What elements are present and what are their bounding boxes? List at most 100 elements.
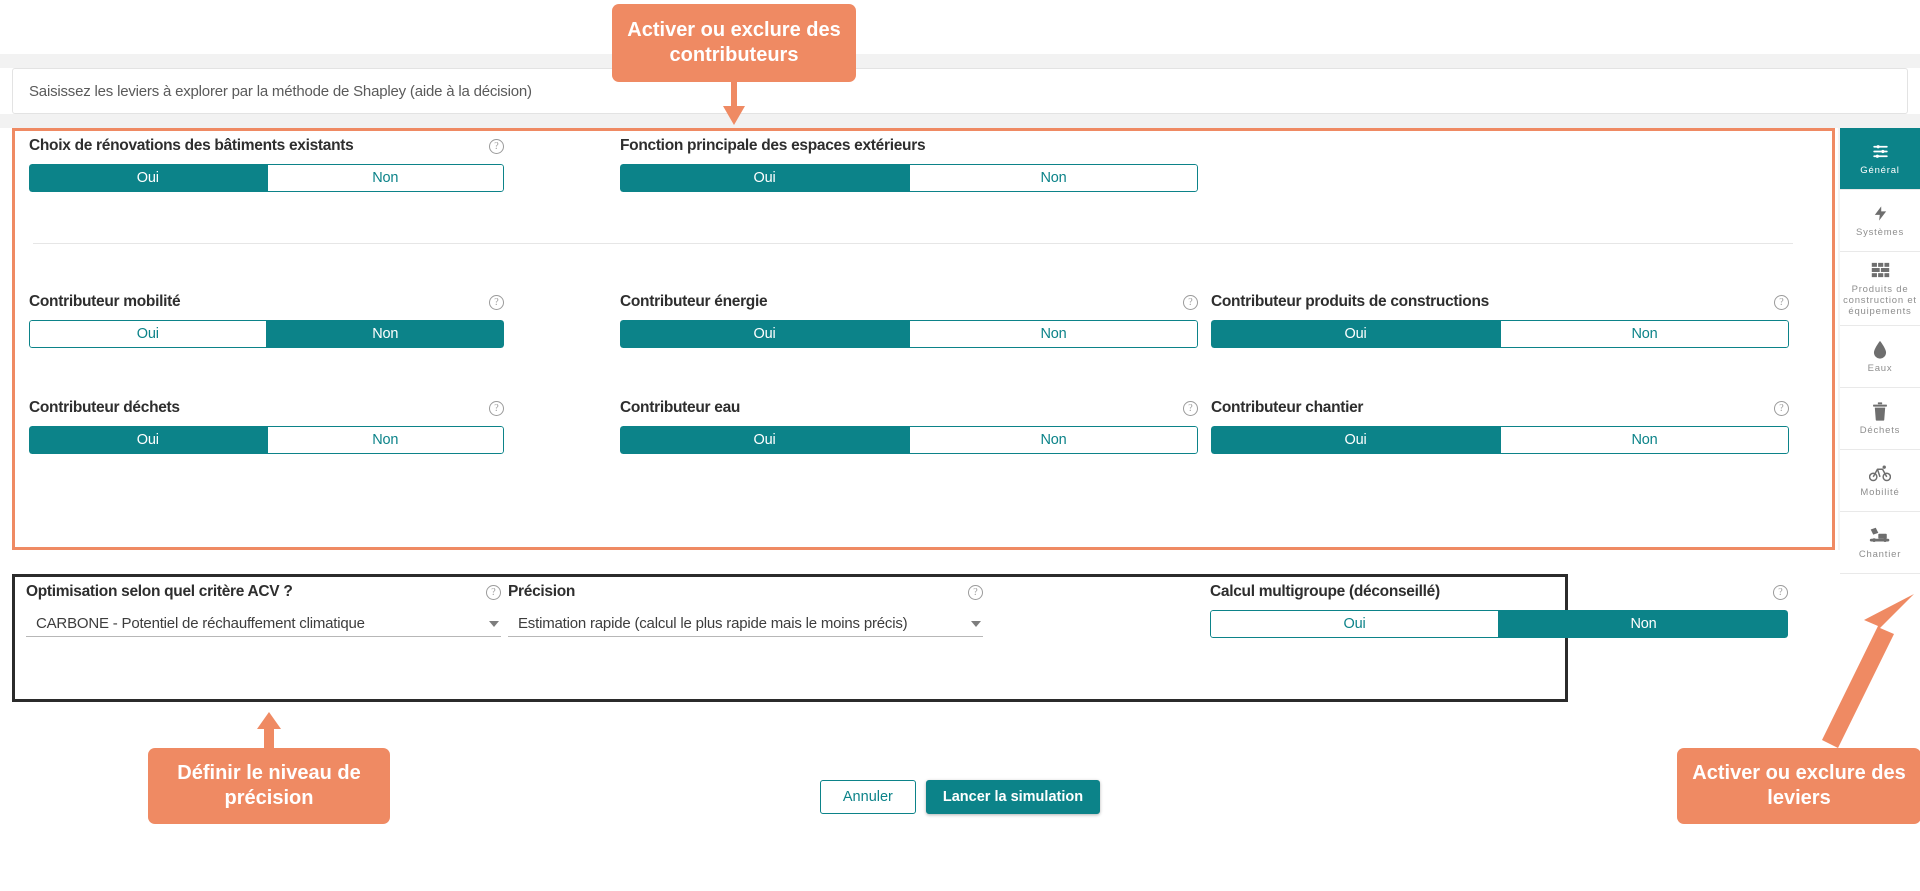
help-icon[interactable]: ? <box>489 138 504 154</box>
field-label: Fonction principale des espaces extérieu… <box>620 137 926 154</box>
toggle-option-no[interactable]: Non <box>266 426 504 454</box>
trash-icon <box>1872 401 1888 421</box>
field-calcul-multigroupe: Calcul multigroupe (déconseillé) ? Oui N… <box>1210 583 1788 638</box>
background-strip-middle <box>0 114 1920 128</box>
toggle-option-yes[interactable]: Oui <box>620 426 909 454</box>
sidebar-item-mobilite[interactable]: Mobilité <box>1840 450 1920 512</box>
brick-wall-icon <box>1871 260 1890 280</box>
toggle-option-yes[interactable]: Oui <box>620 164 909 192</box>
toggle-option-no[interactable]: Non <box>1500 320 1789 348</box>
help-icon[interactable]: ? <box>968 584 983 600</box>
sidebar-item-produits[interactable]: Produits de construction et équipements <box>1840 252 1920 326</box>
field-label: Contributeur chantier <box>1211 399 1364 416</box>
select-critere-acv[interactable]: CARBONE - Potentiel de réchauffement cli… <box>26 611 501 637</box>
callout-precision-arrow-icon <box>257 712 281 754</box>
toggle-option-yes[interactable]: Oui <box>1210 610 1499 638</box>
field-label-row: Fonction principale des espaces extérieu… <box>620 137 1198 155</box>
field-label: Contributeur énergie <box>620 293 768 310</box>
toggle-option-no[interactable]: Non <box>1499 610 1788 638</box>
shapley-hint-bar: Saisissez les leviers à explorer par la … <box>12 68 1908 114</box>
sidebar-item-label: Mobilité <box>1860 487 1900 498</box>
toggle-option-yes[interactable]: Oui <box>1211 320 1500 348</box>
sidebar-item-label: Systèmes <box>1855 227 1905 238</box>
toggle-option-yes[interactable]: Oui <box>29 320 267 348</box>
run-simulation-button[interactable]: Lancer la simulation <box>925 780 1101 814</box>
levers-panel: Optimisation selon quel critère ACV ? ? … <box>12 574 1788 702</box>
callout-text: Activer ou exclure des leviers <box>1692 762 1906 809</box>
sidebar-item-systemes[interactable]: Systèmes <box>1840 190 1920 252</box>
sidebar-item-label: Produits de construction et équipements <box>1843 284 1917 317</box>
row-divider <box>33 243 1793 244</box>
field-label-row: Optimisation selon quel critère ACV ? ? <box>26 583 501 601</box>
toggle-contributeur-dechets[interactable]: Oui Non <box>29 426 504 454</box>
toggle-option-yes[interactable]: Oui <box>29 164 267 192</box>
bolt-icon <box>1872 203 1889 223</box>
help-icon[interactable]: ? <box>1774 294 1789 310</box>
sidebar-item-eaux[interactable]: Eaux <box>1840 326 1920 388</box>
callout-text: Activer ou exclure des contributeurs <box>627 19 841 66</box>
field-label: Contributeur déchets <box>29 399 180 416</box>
app-root: Saisissez les leviers à explorer par la … <box>0 0 1920 891</box>
toggle-option-yes[interactable]: Oui <box>620 320 909 348</box>
cancel-button[interactable]: Annuler <box>819 780 916 814</box>
toggle-option-yes[interactable]: Oui <box>1211 426 1500 454</box>
callout-precision: Définir le niveau de précision <box>148 748 390 824</box>
callout-levers-arrow-icon <box>1822 594 1914 748</box>
contributors-panel-inner: Choix de rénovations des bâtiments exist… <box>15 131 1832 547</box>
toggle-option-no[interactable]: Non <box>266 320 504 348</box>
callout-levers: Activer ou exclure des leviers <box>1677 748 1920 824</box>
field-label: Précision <box>508 583 576 600</box>
sliders-icon <box>1871 141 1890 161</box>
field-label: Contributeur mobilité <box>29 293 181 310</box>
toggle-contributeur-produits[interactable]: Oui Non <box>1211 320 1789 348</box>
help-icon[interactable]: ? <box>1183 294 1198 310</box>
sidebar-item-general[interactable]: Général <box>1840 128 1920 190</box>
toggle-option-yes[interactable]: Oui <box>29 426 267 454</box>
help-icon[interactable]: ? <box>489 294 504 310</box>
sidebar-item-dechets[interactable]: Déchets <box>1840 388 1920 450</box>
category-sidebar: Général Systèmes Produits de constructio… <box>1840 128 1920 574</box>
toggle-option-no[interactable]: Non <box>909 320 1198 348</box>
sidebar-item-label: Eaux <box>1867 363 1893 374</box>
toggle-contributeur-mobilite[interactable]: Oui Non <box>29 320 504 348</box>
contributors-panel: Choix de rénovations des bâtiments exist… <box>12 128 1835 550</box>
help-icon[interactable]: ? <box>489 400 504 416</box>
field-label: Calcul multigroupe (déconseillé) <box>1210 583 1440 600</box>
bicycle-icon <box>1869 463 1891 483</box>
toggle-contributeur-chantier[interactable]: Oui Non <box>1211 426 1789 454</box>
chevron-down-icon <box>489 620 499 627</box>
toggle-calcul-multigroupe[interactable]: Oui Non <box>1210 610 1788 638</box>
help-icon[interactable]: ? <box>486 584 501 600</box>
toggle-option-no[interactable]: Non <box>266 164 504 192</box>
field-label-row: Choix de rénovations des bâtiments exist… <box>29 137 504 155</box>
field-choix-renovations: Choix de rénovations des bâtiments exist… <box>29 137 504 192</box>
sidebar-item-chantier[interactable]: Chantier <box>1840 512 1920 574</box>
toggle-option-no[interactable]: Non <box>909 164 1198 192</box>
toggle-contributeur-eau[interactable]: Oui Non <box>620 426 1198 454</box>
field-label-row: Contributeur énergie ? <box>620 293 1198 311</box>
toggle-fonction-principale[interactable]: Oui Non <box>620 164 1198 192</box>
toggle-choix-renovations[interactable]: Oui Non <box>29 164 504 192</box>
field-label-row: Contributeur déchets ? <box>29 399 504 417</box>
field-label: Choix de rénovations des bâtiments exist… <box>29 137 354 154</box>
field-label-row: Contributeur eau ? <box>620 399 1198 417</box>
toggle-contributeur-energie[interactable]: Oui Non <box>620 320 1198 348</box>
field-label-row: Précision ? <box>508 583 983 601</box>
field-label-row: Contributeur produits de constructions ? <box>1211 293 1789 311</box>
help-icon[interactable]: ? <box>1773 584 1788 600</box>
field-contributeur-energie: Contributeur énergie ? Oui Non <box>620 293 1198 348</box>
field-precision: Précision ? Estimation rapide (calcul le… <box>508 583 983 637</box>
toggle-option-no[interactable]: Non <box>1500 426 1789 454</box>
chevron-down-icon <box>971 620 981 627</box>
select-precision[interactable]: Estimation rapide (calcul le plus rapide… <box>508 611 983 637</box>
sidebar-item-label: Chantier <box>1858 549 1902 560</box>
water-drop-icon <box>1873 339 1887 359</box>
sidebar-item-label: Général <box>1860 165 1900 176</box>
help-icon[interactable]: ? <box>1774 400 1789 416</box>
toggle-option-no[interactable]: Non <box>909 426 1198 454</box>
field-label-row: Calcul multigroupe (déconseillé) ? <box>1210 583 1788 601</box>
field-fonction-principale: Fonction principale des espaces extérieu… <box>620 137 1198 192</box>
field-contributeur-chantier: Contributeur chantier ? Oui Non <box>1211 399 1789 454</box>
help-icon[interactable]: ? <box>1183 400 1198 416</box>
callout-text: Définir le niveau de précision <box>177 762 361 809</box>
